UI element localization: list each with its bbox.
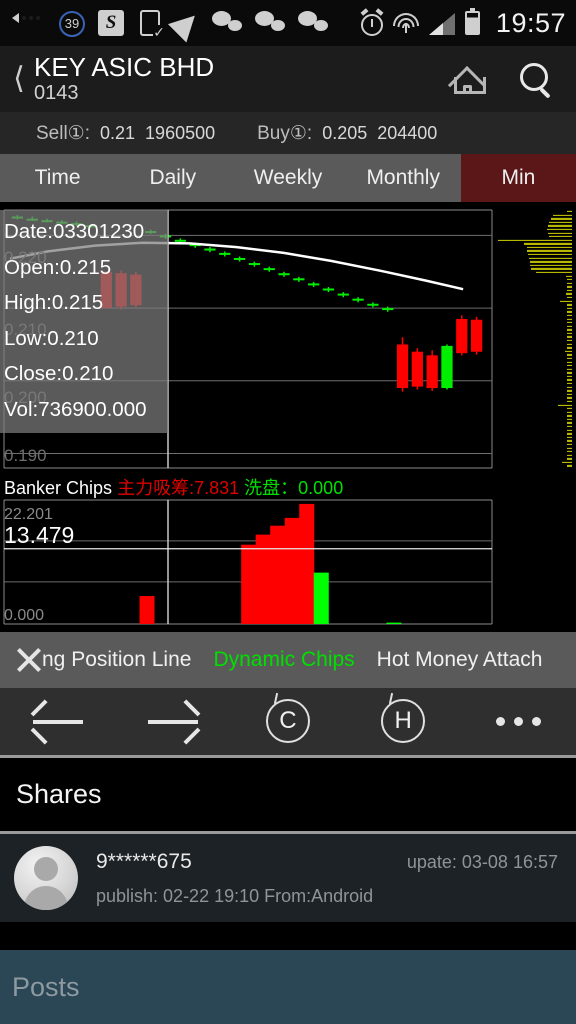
wechat-icon: [298, 11, 328, 35]
title-block: KEY ASIC BHD 0143: [30, 53, 450, 105]
tab-time[interactable]: Time: [0, 154, 115, 202]
app-bar: ⟨ KEY ASIC BHD 0143: [0, 46, 576, 112]
banker-chips-canvas: [3, 499, 493, 625]
close-icon[interactable]: [12, 643, 46, 677]
messages-dots-icon: [18, 9, 46, 37]
indicator-metric1-label: 主力吸筹:: [117, 478, 195, 498]
tooltip-vol: Vol:736900.000: [4, 397, 147, 421]
status-bar-left-icons: 39 S: [18, 5, 361, 43]
buy-price: 0.205: [322, 122, 368, 143]
sell-label: Sell①:: [36, 122, 90, 144]
s-app-icon: S: [98, 10, 124, 36]
tool-hot-money-attach[interactable]: Hot Money Attach: [377, 648, 543, 672]
buy-volume: 204400: [377, 122, 438, 143]
chart-nav-toolbar: C H: [0, 688, 576, 758]
indicator-metric2-label: 洗盘：: [244, 478, 299, 498]
indicator-metric1-value: 7.831: [194, 478, 240, 498]
arrow-right-icon: [147, 719, 198, 724]
indicator-metric2-value: 0.000: [298, 478, 344, 498]
volume-at-price-histogram: [496, 210, 576, 468]
tooltip-high: High:0.215: [4, 291, 104, 314]
user-info: 9******675 upate: 03-08 16:57 publish: 0…: [78, 850, 562, 907]
banker-chips-panel[interactable]: Banker Chips 主力吸筹:7.831 洗盘：0.000 22.201 …: [0, 472, 576, 632]
quote-bar: Sell①: 0.21 1960500 Buy①: 0.205 204400: [0, 112, 576, 154]
wifi-icon: [392, 11, 419, 35]
c-indicator-button[interactable]: C: [255, 698, 321, 745]
price-axis-label: 0.190: [4, 446, 47, 465]
user-name: 9******675: [96, 849, 192, 873]
tool-holding-position-line[interactable]: ng Position Line: [42, 648, 191, 672]
sell-volume: 1960500: [145, 122, 216, 143]
status-bar: 39 S 19:57: [0, 0, 576, 46]
posts-section-header[interactable]: Posts: [0, 950, 576, 1024]
shares-section-header: Shares: [0, 758, 576, 834]
tool-dynamic-chips[interactable]: Dynamic Chips: [213, 648, 354, 672]
sell-price: 0.21: [100, 122, 136, 143]
battery-icon: [464, 8, 480, 35]
arrow-left-icon: [32, 719, 83, 724]
tab-monthly[interactable]: Monthly: [346, 154, 461, 202]
list-item[interactable]: 9******675 upate: 03-08 16:57 publish: 0…: [0, 834, 576, 922]
notification-badge-icon: 39: [59, 10, 85, 37]
tooltip-close: Close:0.210: [4, 362, 114, 385]
circled-h-icon: H: [381, 698, 426, 743]
h-indicator-button[interactable]: H: [370, 698, 436, 745]
tab-daily[interactable]: Daily: [115, 154, 230, 202]
publish-meta: publish: 02-22 19:10 From:Android: [96, 885, 374, 906]
user-primary-line: 9******675 upate: 03-08 16:57: [96, 850, 562, 874]
wechat-icon: [255, 11, 285, 35]
indicator-name: Banker Chips: [4, 478, 113, 498]
status-bar-right-icons: 19:57: [360, 7, 566, 39]
avatar-icon: [14, 846, 78, 910]
overflow-dots-icon: [485, 699, 551, 745]
tab-weekly[interactable]: Weekly: [230, 154, 345, 202]
next-button[interactable]: [140, 699, 206, 745]
ohlc-tooltip: Date:03301230 Open:0.215 High:0.215 Low:…: [0, 210, 168, 433]
status-bar-clock: 19:57: [495, 7, 566, 38]
stock-chart-screen: 39 S 19:57 ⟨ KEY ASIC BHD 0143 Sell①: [0, 0, 576, 1024]
download-icon: [140, 10, 165, 39]
tooltip-low: Low:0.210: [4, 326, 99, 350]
shares-title: Shares: [16, 779, 102, 809]
chart-period-tabs: Time Daily Weekly Monthly Min: [0, 154, 576, 202]
more-button[interactable]: [485, 699, 551, 745]
stock-code: 0143: [34, 82, 79, 104]
navigation-arrow-icon: [167, 5, 205, 43]
search-icon[interactable]: [518, 61, 554, 97]
circled-c-icon: C: [265, 698, 310, 743]
indicator-scale-bottom: 0.000: [4, 607, 45, 624]
indicator-scale-cursor: 13.479: [4, 522, 75, 548]
previous-button[interactable]: [25, 699, 91, 745]
back-chevron-icon[interactable]: ⟨: [8, 64, 30, 94]
chart-tools-strip: ng Position Line Dynamic Chips Hot Money…: [0, 632, 576, 688]
update-timestamp: upate: 03-08 16:57: [406, 851, 558, 872]
page-title: KEY ASIC BHD: [34, 52, 215, 82]
price-chart[interactable]: 0.220 0.210 0.200 0.190 Date:03301230 Op…: [0, 202, 576, 472]
signal-bars-icon: [428, 11, 455, 35]
posts-title: Posts: [12, 971, 80, 1002]
tooltip-date: Date:03301230: [4, 220, 145, 243]
wechat-icon: [212, 11, 242, 35]
app-bar-actions: [450, 61, 560, 97]
tooltip-open: Open:0.215: [4, 255, 112, 279]
alarm-clock-icon: [360, 13, 383, 36]
buy-label: Buy①:: [257, 122, 313, 144]
tab-min[interactable]: Min: [460, 154, 576, 202]
home-icon[interactable]: [450, 64, 486, 94]
